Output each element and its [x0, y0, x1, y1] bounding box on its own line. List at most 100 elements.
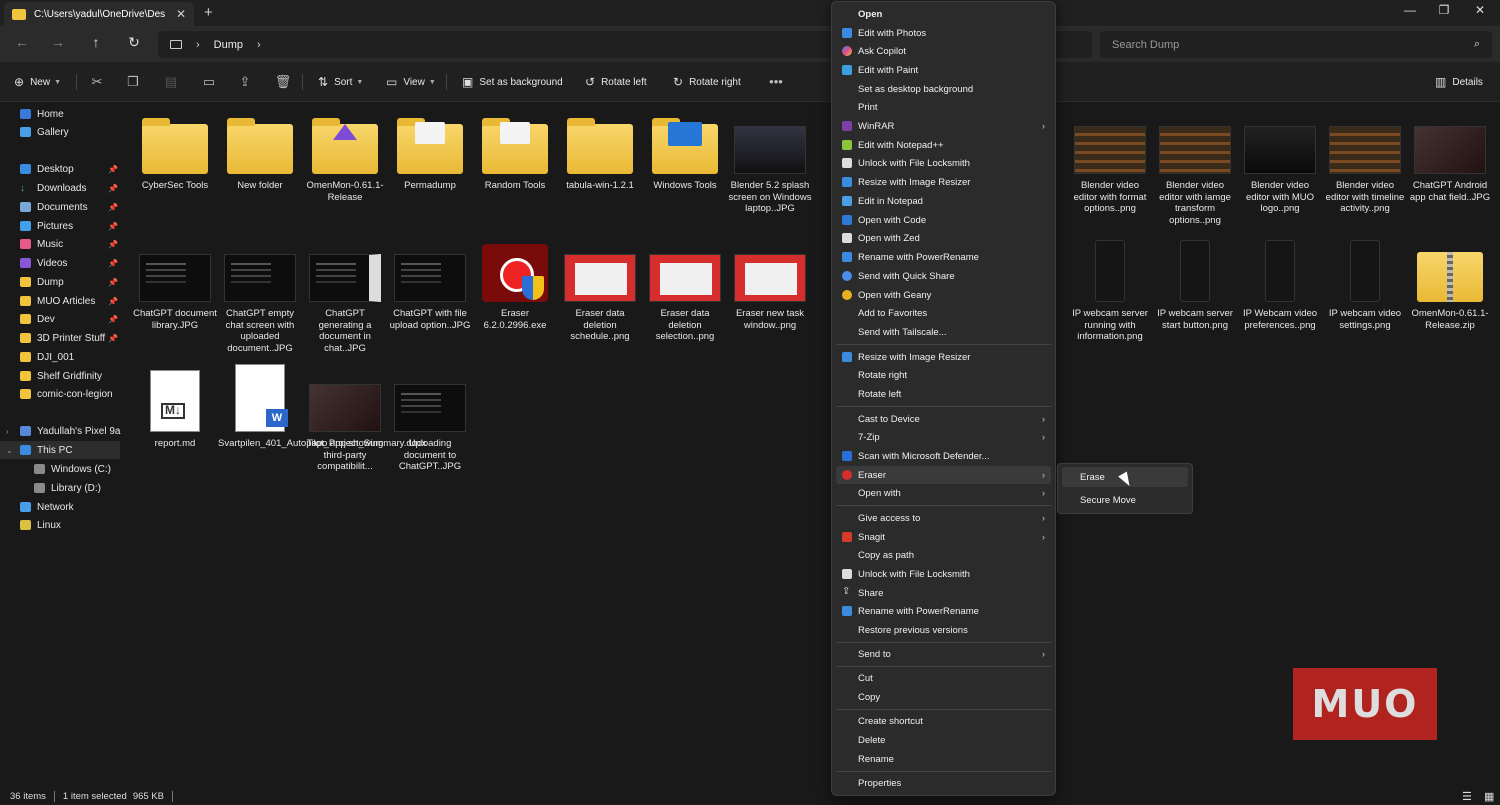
list-item[interactable]: ChatGPT document library.JPG — [133, 240, 217, 331]
menu-item-powerrename-2[interactable]: Rename with PowerRename — [836, 602, 1051, 620]
sidebar-item-documents[interactable]: Documents 📌 — [0, 198, 120, 216]
menu-item-open-with-code[interactable]: Open with Code — [836, 211, 1051, 229]
sidebar-item-this-pc[interactable]: ⌄ This PC — [0, 441, 120, 459]
sidebar-item-videos[interactable]: Videos 📌 — [0, 254, 120, 272]
list-item[interactable]: tabula-win-1.2.1 — [558, 112, 642, 192]
details-view-icon[interactable]: ☰ — [1462, 790, 1472, 803]
chevron-down-icon[interactable]: ⌄ — [6, 446, 13, 455]
submenu-item-secure-move[interactable]: Secure Move — [1062, 490, 1188, 510]
copy-icon[interactable]: ❐ — [124, 74, 142, 90]
list-item[interactable]: Eraser new task window..png — [728, 240, 812, 331]
list-item[interactable]: ChatGPT Android app chat field..JPG — [1408, 112, 1492, 203]
details-button[interactable]: ▥ Details — [1435, 75, 1483, 89]
search-input[interactable]: Search Dump ⌕ — [1100, 31, 1492, 58]
menu-item-print[interactable]: Print — [836, 98, 1051, 116]
sidebar-item-gallery[interactable]: Gallery — [0, 123, 120, 141]
sidebar-item-linux[interactable]: Linux — [0, 516, 120, 534]
menu-item-snagit[interactable]: Snagit › — [836, 528, 1051, 546]
menu-item-resize-image[interactable]: Resize with Image Resizer — [836, 173, 1051, 191]
list-item[interactable]: Blender video editor with MUO logo..png — [1238, 112, 1322, 215]
menu-item-resize-image-2[interactable]: Resize with Image Resizer — [836, 348, 1051, 366]
menu-item-add-to-favorites[interactable]: Add to Favorites — [836, 304, 1051, 322]
new-tab-icon[interactable]: + — [204, 4, 213, 21]
chevron-right-icon[interactable]: › — [257, 39, 261, 51]
chevron-right-icon[interactable]: › — [6, 427, 9, 436]
menu-item-set-desktop-background[interactable]: Set as desktop background — [836, 80, 1051, 98]
list-item[interactable]: Permadump — [388, 112, 472, 192]
menu-item-create-shortcut[interactable]: Create shortcut — [836, 712, 1051, 730]
tiles-view-icon[interactable]: ▦ — [1484, 790, 1494, 803]
back-icon[interactable]: ← — [12, 34, 32, 50]
share-icon[interactable]: ⇪ — [236, 74, 254, 90]
sidebar-item-downloads[interactable]: ↓ Downloads 📌 — [0, 179, 120, 197]
sidebar-item-phone[interactable]: › Yadullah's Pixel 9a — [0, 422, 120, 440]
minimize-icon[interactable]: — — [1400, 3, 1420, 17]
sidebar-item-pictures[interactable]: Pictures 📌 — [0, 217, 120, 235]
list-item[interactable]: ChatGPT with file upload option..JPG — [388, 240, 472, 331]
list-item[interactable]: New folder — [218, 112, 302, 192]
new-button[interactable]: ⊕ New ▼ — [14, 75, 61, 89]
view-button[interactable]: ▭ View ▼ — [386, 75, 436, 89]
menu-item-rotate-right[interactable]: Rotate right — [836, 366, 1051, 384]
rename-icon[interactable]: ▭ — [200, 74, 218, 90]
menu-item-scan-defender[interactable]: Scan with Microsoft Defender... — [836, 447, 1051, 465]
menu-item-send-tailscale[interactable]: Send with Tailscale... — [836, 323, 1051, 341]
sidebar-item-home[interactable]: Home — [0, 105, 120, 123]
forward-icon[interactable]: → — [48, 34, 68, 50]
sidebar-item-dev[interactable]: Dev 📌 — [0, 310, 120, 328]
refresh-icon[interactable]: ↻ — [124, 34, 144, 51]
more-options-icon[interactable]: ••• — [767, 74, 785, 89]
list-item[interactable]: OmenMon-0.61.1-Release.zip — [1408, 240, 1492, 331]
list-item[interactable]: Blender 5.2 splash screen on Windows lap… — [728, 112, 812, 215]
menu-item-share[interactable]: ⇪ Share — [836, 584, 1051, 602]
list-item[interactable]: IP Webcam video preferences..png — [1238, 240, 1322, 331]
sidebar-item-3d-printer[interactable]: 3D Printer Stuff 📌 — [0, 329, 120, 347]
menu-item-give-access[interactable]: Give access to › — [836, 509, 1051, 527]
list-item[interactable]: IP webcam server running with informatio… — [1068, 240, 1152, 343]
menu-item-unlock-locksmith-2[interactable]: Unlock with File Locksmith — [836, 565, 1051, 583]
menu-item-ask-copilot[interactable]: Ask Copilot — [836, 42, 1051, 60]
sidebar-item-shelf[interactable]: Shelf Gridfinity — [0, 367, 120, 385]
list-item[interactable]: Tapo app showing third-party compatibili… — [303, 364, 387, 473]
menu-item-restore-versions[interactable]: Restore previous versions — [836, 621, 1051, 639]
menu-item-rotate-left[interactable]: Rotate left — [836, 385, 1051, 403]
menu-item-rename[interactable]: Rename — [836, 750, 1051, 768]
delete-icon[interactable]: 🗑 — [274, 74, 292, 90]
list-item[interactable]: Blender video editor with iamge transfor… — [1153, 112, 1237, 226]
menu-item-7zip[interactable]: 7-Zip › — [836, 428, 1051, 446]
menu-item-delete[interactable]: Delete — [836, 731, 1051, 749]
sidebar-item-music[interactable]: Music 📌 — [0, 235, 120, 253]
list-item[interactable]: Uploading document to ChatGPT..JPG — [388, 364, 472, 473]
menu-item-powerrename[interactable]: Rename with PowerRename — [836, 248, 1051, 266]
list-item[interactable]: IP webcam server start button.png — [1153, 240, 1237, 331]
list-item[interactable]: Eraser 6.2.0.2996.exe — [473, 240, 557, 331]
menu-item-edit-with-photos[interactable]: Edit with Photos — [836, 24, 1051, 42]
menu-item-notepadpp[interactable]: Edit with Notepad++ — [836, 136, 1051, 154]
list-item[interactable]: CyberSec Tools — [133, 112, 217, 192]
menu-item-open-with-zed[interactable]: Open with Zed — [836, 229, 1051, 247]
menu-item-winrar[interactable]: WinRAR › — [836, 117, 1051, 135]
close-window-icon[interactable]: ✕ — [1470, 3, 1490, 17]
sidebar-item-comic[interactable]: comic-con-legion — [0, 385, 120, 403]
menu-item-properties[interactable]: Properties — [836, 774, 1051, 792]
sidebar-item-desktop[interactable]: Desktop 📌 — [0, 160, 120, 178]
list-item[interactable]: ChatGPT generating a document in chat..J… — [303, 240, 387, 354]
list-item[interactable]: OmenMon-0.61.1-Release — [303, 112, 387, 203]
menu-item-open[interactable]: Open — [836, 5, 1051, 23]
menu-item-quick-share[interactable]: Send with Quick Share — [836, 267, 1051, 285]
list-item[interactable]: Eraser data deletion selection..png — [643, 240, 727, 343]
cut-icon[interactable]: ✂ — [88, 74, 106, 90]
sidebar-item-muo-articles[interactable]: MUO Articles 📌 — [0, 292, 120, 310]
menu-item-open-with[interactable]: Open with › — [836, 484, 1051, 502]
close-tab-icon[interactable]: ✕ — [176, 7, 186, 21]
menu-item-eraser[interactable]: Eraser › — [836, 466, 1051, 484]
list-item[interactable]: Blender video editor with timeline activ… — [1323, 112, 1407, 215]
list-item[interactable]: Windows Tools — [643, 112, 727, 192]
sidebar-item-dji[interactable]: DJI_001 — [0, 348, 120, 366]
chevron-right-icon[interactable]: › — [196, 39, 200, 51]
sidebar-item-library-d[interactable]: Library (D:) — [0, 479, 120, 497]
menu-item-open-with-geany[interactable]: Open with Geany — [836, 286, 1051, 304]
set-as-background-button[interactable]: ▣ Set as background — [462, 75, 563, 89]
maximize-icon[interactable]: ❐ — [1434, 3, 1454, 17]
sidebar-item-windows-c[interactable]: Windows (C:) — [0, 460, 120, 478]
